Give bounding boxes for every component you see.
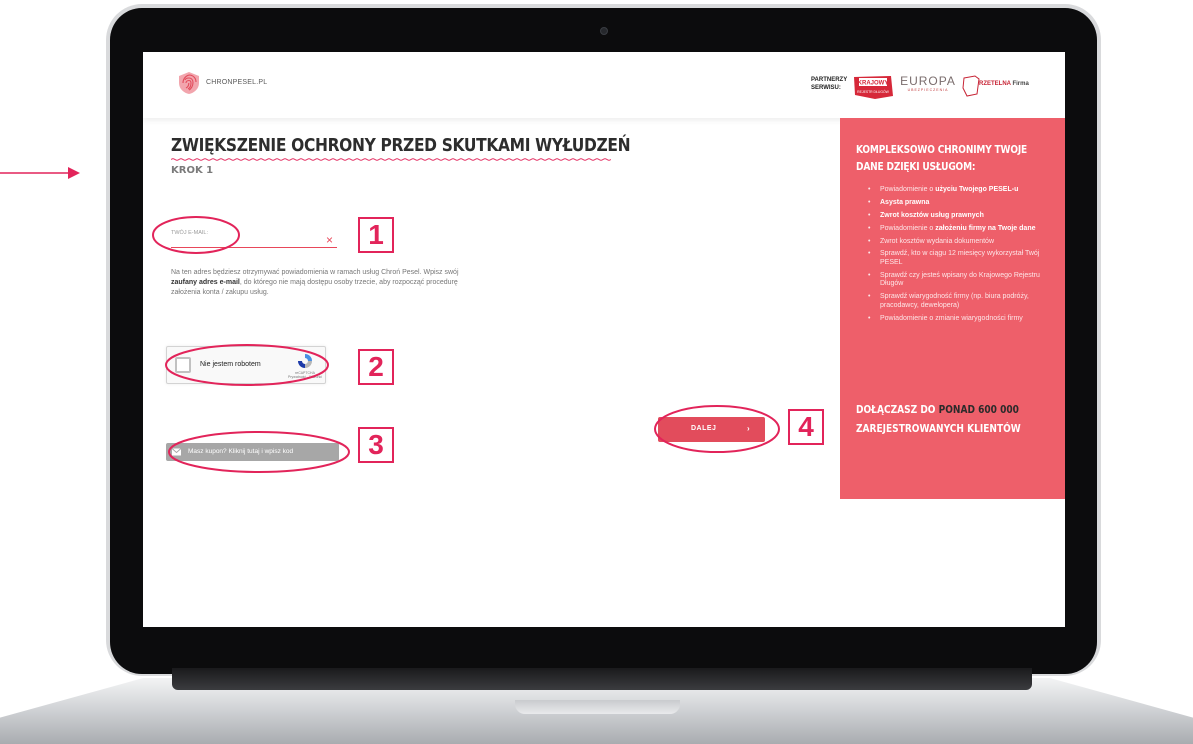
partner-europa-sub: UBEZPIECZENIA (907, 88, 949, 92)
promo-item-bold: Zwrot kosztów usług prawnych (880, 211, 984, 219)
promo-item: Sprawdź, kto w ciągu 12 miesięcy wykorzy… (868, 250, 1060, 267)
promo-item-bold: użyciu Twojego PESEL-u (935, 186, 1019, 193)
email-help-bold: zaufany adres e-mail (171, 279, 240, 286)
promo-footer-text: DOŁĄCZASZ DO (856, 404, 939, 416)
promo-footer: DOŁĄCZASZ DO PONAD 600 000 ZAREJESTROWAN… (856, 401, 1028, 439)
next-button[interactable]: DALEJ › (658, 417, 765, 442)
promo-footer-highlight: PONAD 600 000 (938, 404, 1019, 416)
fingerprint-logo-icon[interactable] (177, 71, 201, 95)
recaptcha-brand: reCAPTCHA Prywatność - Warunki (285, 371, 325, 379)
promo-item-text: Powiadomienie o (880, 224, 936, 232)
step-badge-4: 4 (788, 409, 824, 445)
partners-label: PARTNERZY SERWISU: (811, 77, 848, 91)
page-title: ZWIĘKSZENIE OCHRONY PRZED SKUTKAMI WYŁUD… (171, 135, 631, 156)
site-header: CHRONPESEL.PL PARTNERZY SERWISU: KRAJOWY… (143, 52, 1065, 118)
camera-icon (600, 27, 608, 35)
step-label: KROK 1 (171, 165, 214, 176)
promo-item: Sprawdź wiarygodność firmy (np. biura po… (868, 293, 1060, 310)
promo-item-text: Zwrot kosztów wydania dokumentów (880, 237, 994, 245)
promo-item: Sprawdź czy jesteś wpisany do Krajowego … (868, 272, 1060, 289)
promo-item: Powiadomienie o założeniu firmy na Twoje… (868, 225, 1060, 234)
promo-item: Zwrot kosztów usług prawnych (868, 212, 1060, 221)
email-field[interactable] (171, 236, 337, 248)
recaptcha-widget: Nie jestem robotem reCAPTCHA Prywatność … (166, 346, 326, 384)
partner-europa-name: EUROPA (900, 74, 956, 88)
partner-rzetelna-name: RZETELNA (979, 81, 1011, 87)
arrow-right-icon (68, 167, 80, 179)
partner-rzetelna-suffix: Firma (1012, 81, 1029, 87)
laptop-notch (515, 700, 680, 714)
promo-panel: KOMPLEKSOWO CHRONIMY TWOJE DANE DZIĘKI U… (840, 118, 1065, 499)
promo-item-bold: Asysta prawna (880, 198, 930, 206)
step-badge-3: 3 (358, 427, 394, 463)
partner-krajowy-name: KRAJOWY (858, 81, 889, 87)
chevron-right-icon: › (747, 424, 751, 433)
step-badge-2: 2 (358, 349, 394, 385)
promo-item-bold: założeniu firmy na Twoje dane (935, 224, 1036, 232)
email-help-part1: Na ten adres będziesz otrzymywać powiado… (171, 269, 459, 276)
email-help-text: Na ten adres będziesz otrzymywać powiado… (171, 268, 476, 298)
promo-item-text: Sprawdź, kto w ciągu 12 miesięcy wykorzy… (880, 250, 1040, 266)
title-spellcheck-underline (171, 158, 611, 161)
promo-list: Powiadomienie o użyciu Twojego PESEL-u A… (868, 186, 1060, 328)
envelope-icon (172, 448, 181, 456)
promo-item: Zwrot kosztów wydania dokumentów (868, 238, 1060, 247)
promo-item: Asysta prawna (868, 199, 1060, 208)
promo-heading: KOMPLEKSOWO CHRONIMY TWOJE DANE DZIĘKI U… (856, 144, 1028, 173)
next-button-label: DALEJ (691, 425, 717, 432)
brand-name[interactable]: CHRONPESEL.PL (206, 79, 267, 86)
laptop-hinge (172, 668, 1032, 690)
recaptcha-links[interactable]: Prywatność - Warunki (285, 375, 325, 379)
promo-footer-text-2: ZAREJESTROWANYCH KLIENTÓW (856, 423, 1021, 435)
step-badge-1: 1 (358, 217, 394, 253)
promo-item-text: Sprawdź czy jesteś wpisany do Krajowego … (880, 271, 1040, 288)
recaptcha-checkbox[interactable] (175, 357, 191, 373)
recaptcha-label: Nie jestem robotem (200, 361, 261, 368)
partner-krajowy-sub: REJESTR DŁUGÓW (857, 89, 889, 94)
coupon-button[interactable]: Masz kupon? Kliknij tutaj i wpisz kod (166, 443, 339, 461)
promo-item-text: Powiadomienie o zmianie wiarygodności fi… (880, 314, 1023, 322)
recaptcha-icon (298, 354, 312, 368)
close-icon[interactable]: × (326, 233, 333, 247)
coupon-button-label: Masz kupon? Kliknij tutaj i wpisz kod (188, 448, 294, 455)
promo-item-text: Powiadomienie o (880, 186, 936, 193)
partner-europa-logo[interactable]: EUROPA UBEZPIECZENIA (899, 74, 957, 98)
promo-item-text: Sprawdź wiarygodność firmy (np. biura po… (880, 293, 1029, 309)
partner-krajowy-logo[interactable]: KRAJOWY REJESTR DŁUGÓW (851, 74, 895, 100)
promo-item: Powiadomienie o zmianie wiarygodności fi… (868, 315, 1060, 324)
partner-rzetelna-text: RZETELNA Firma (979, 81, 1029, 87)
browser-screen: CHRONPESEL.PL PARTNERZY SERWISU: KRAJOWY… (143, 52, 1065, 627)
promo-item: Powiadomienie o użyciu Twojego PESEL-u (868, 186, 1060, 195)
